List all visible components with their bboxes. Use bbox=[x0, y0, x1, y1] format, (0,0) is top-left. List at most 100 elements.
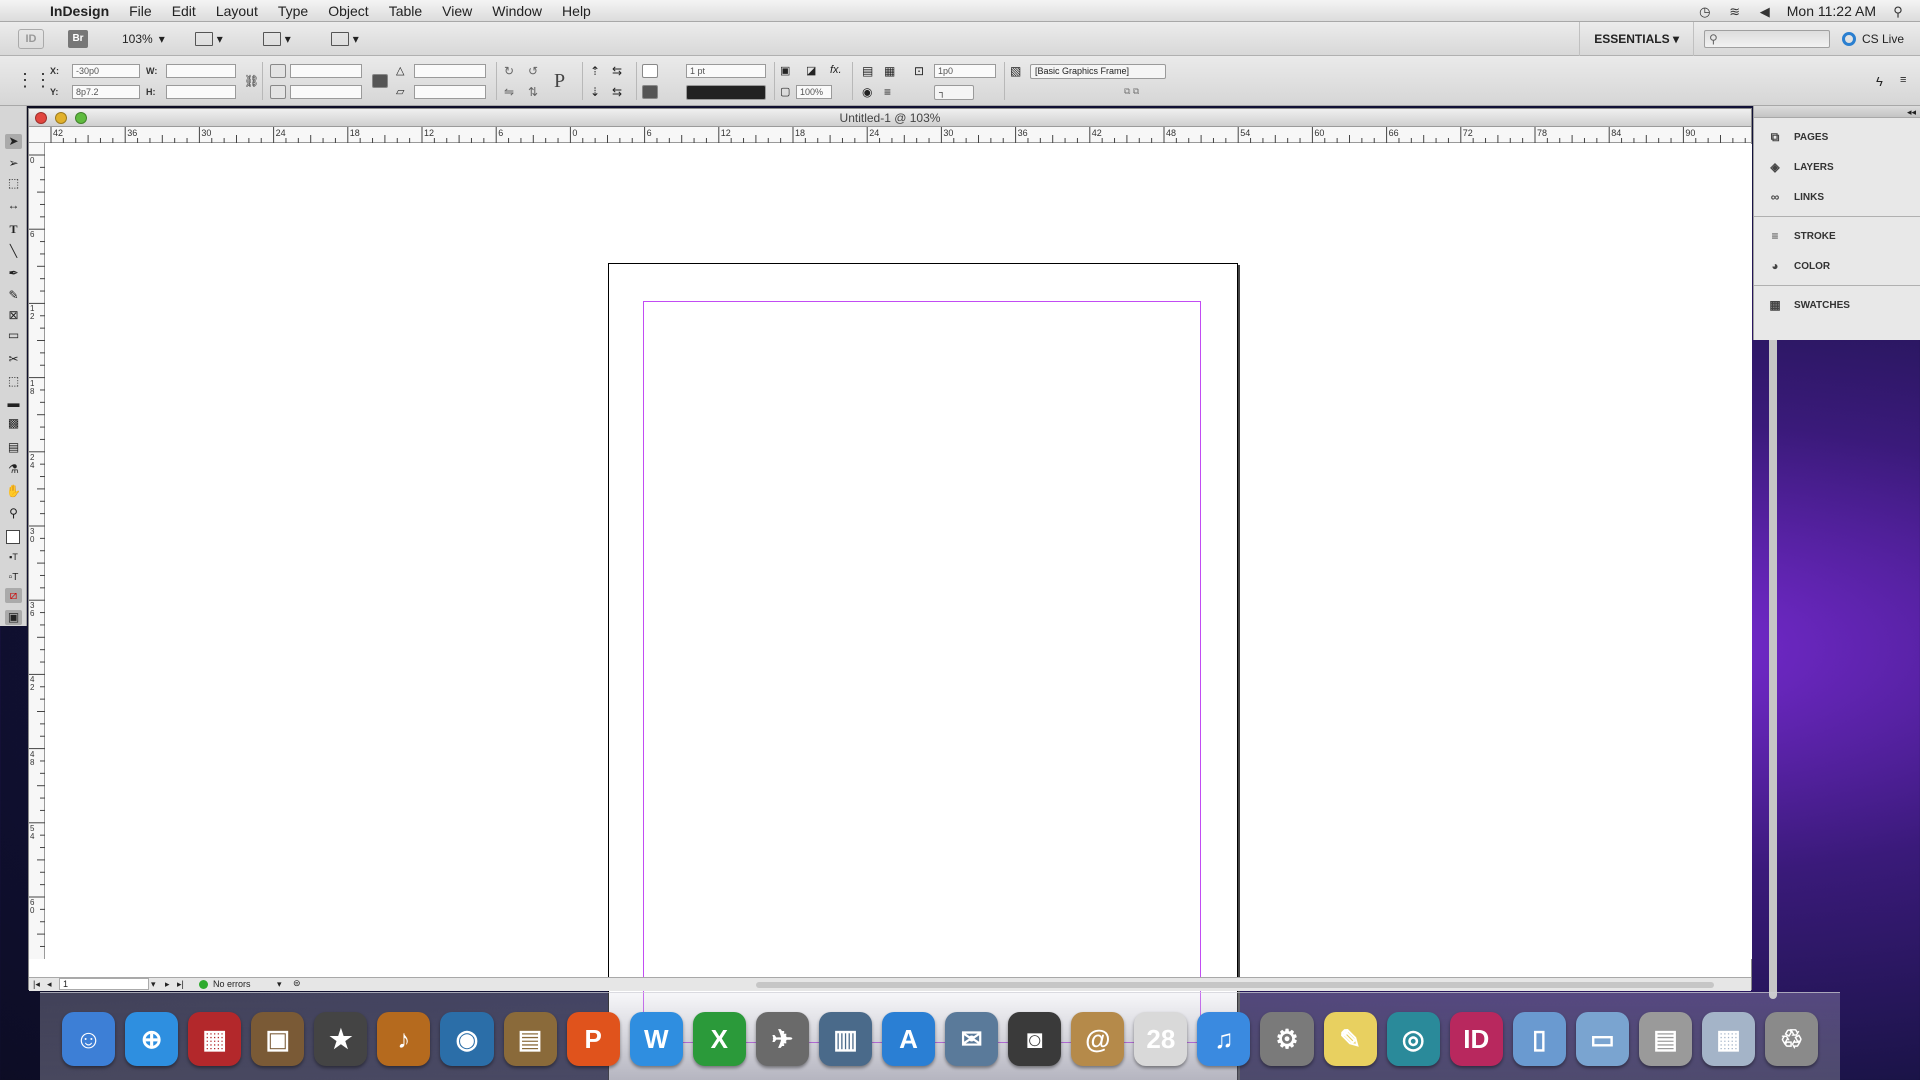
constrain-scale-icon[interactable] bbox=[372, 74, 388, 88]
menu-clock[interactable]: Mon 11:22 AM bbox=[1787, 3, 1876, 19]
scale-x-field[interactable] bbox=[290, 64, 362, 78]
preflight-status-text[interactable]: No errors bbox=[213, 979, 251, 989]
bridge-button[interactable]: Br bbox=[68, 29, 88, 48]
dock-finder-icon[interactable]: ☺ bbox=[62, 1012, 116, 1066]
last-page-icon[interactable]: ▸| bbox=[177, 979, 184, 990]
menu-window[interactable]: Window bbox=[482, 3, 552, 19]
object-style-select[interactable]: [Basic Graphics Frame] bbox=[1030, 64, 1166, 79]
x-position-field[interactable]: -30p0 bbox=[72, 64, 140, 78]
page-number-field[interactable]: 1 bbox=[59, 978, 149, 990]
panel-swatches[interactable]: ▦ SWATCHES bbox=[1754, 290, 1920, 320]
gap-tool-icon[interactable]: ↔ bbox=[5, 198, 22, 213]
dock-app-store-icon[interactable]: A bbox=[882, 1012, 936, 1066]
text-wrap-jump-icon[interactable]: ≡ bbox=[884, 85, 891, 99]
drop-shadow-icon[interactable]: ▣ bbox=[780, 64, 790, 77]
dock-mail-icon[interactable]: ✉ bbox=[945, 1012, 999, 1066]
dock-screenshot-stack-icon[interactable]: ▦ bbox=[1702, 1012, 1756, 1066]
menu-view[interactable]: View bbox=[432, 3, 482, 19]
menu-layout[interactable]: Layout bbox=[206, 3, 268, 19]
dock-photo-booth-icon[interactable]: ▥ bbox=[818, 1012, 873, 1066]
view-options-button[interactable]: ▾ bbox=[194, 30, 233, 48]
panel-pages[interactable]: ⧉ PAGES bbox=[1754, 122, 1920, 152]
menu-table[interactable]: Table bbox=[379, 3, 432, 19]
previous-page-icon[interactable]: ◂ bbox=[47, 979, 52, 990]
text-wrap-around-icon[interactable]: ▦ bbox=[884, 64, 895, 78]
flip-horizontal-icon[interactable]: ⇋ bbox=[504, 85, 514, 99]
panel-layers[interactable]: ◈ LAYERS bbox=[1754, 152, 1920, 182]
dock-documents-icon[interactable]: ▯ bbox=[1512, 1012, 1566, 1066]
screen-mode-normal-icon[interactable]: ▣ bbox=[5, 610, 22, 625]
zoom-tool-icon[interactable]: ⚲ bbox=[5, 506, 22, 521]
dock-applications-folder-icon[interactable]: ▭ bbox=[1575, 1012, 1629, 1066]
select-next-icon[interactable]: ⇆ bbox=[612, 85, 622, 99]
stroke-swatch-icon[interactable] bbox=[642, 85, 658, 99]
menu-app-name[interactable]: InDesign bbox=[40, 3, 119, 19]
lightning-icon[interactable]: ϟ bbox=[1876, 74, 1883, 89]
preflight-panel-icon[interactable]: ⊜ bbox=[293, 978, 301, 989]
menu-object[interactable]: Object bbox=[318, 3, 378, 19]
time-machine-icon[interactable]: ◷ bbox=[1697, 4, 1713, 19]
spotlight-icon[interactable]: ⚲ bbox=[1890, 4, 1906, 19]
type-tool-icon[interactable]: T bbox=[5, 222, 22, 237]
opacity-field[interactable]: 100% bbox=[796, 85, 832, 99]
dock-itunes-icon[interactable]: ♫ bbox=[1197, 1012, 1251, 1066]
next-page-icon[interactable]: ▸ bbox=[165, 979, 170, 990]
panel-dock-collapse-icon[interactable]: ◂◂ bbox=[1754, 106, 1920, 118]
selection-tool-icon[interactable]: ➤ bbox=[5, 134, 22, 149]
hand-tool-icon[interactable]: ✋ bbox=[5, 484, 22, 499]
formatting-affects-container-icon[interactable]: ▫T bbox=[5, 570, 22, 585]
dock-garageband-icon[interactable]: ♪ bbox=[377, 1012, 431, 1066]
first-page-icon[interactable]: |◂ bbox=[33, 979, 40, 990]
dock-downloads-stack-icon[interactable]: ▤ bbox=[1638, 1012, 1693, 1066]
stroke-weight-field[interactable]: 1 pt bbox=[686, 64, 766, 78]
help-search-input[interactable]: ⚲ bbox=[1703, 29, 1830, 48]
close-icon[interactable] bbox=[35, 112, 47, 124]
minimize-icon[interactable] bbox=[55, 112, 67, 124]
volume-icon[interactable]: ◀ bbox=[1757, 4, 1773, 19]
zoom-level-select[interactable]: 103% ▾ bbox=[122, 32, 165, 46]
eyedropper-tool-icon[interactable]: ⚗ bbox=[5, 462, 22, 477]
dock-facetime-icon[interactable]: ◙ bbox=[1008, 1012, 1062, 1066]
constrain-proportions-icon[interactable]: ⛓ bbox=[244, 74, 259, 88]
dock-trash-icon[interactable]: ♲ bbox=[1765, 1012, 1819, 1066]
effects-fx-icon[interactable]: fx. bbox=[830, 64, 842, 76]
y-position-field[interactable]: 8p7.2 bbox=[72, 85, 140, 99]
horizontal-ruler[interactable]: 42 36 30 24 18 12 6 0 6 12 18 24 30 36 42 48 54 60 66 72 78 8… bbox=[29, 127, 1751, 143]
text-wrap-object-icon[interactable]: ◉ bbox=[862, 85, 872, 99]
note-tool-icon[interactable]: ▤ bbox=[5, 440, 22, 455]
select-content-icon[interactable]: ⇣ bbox=[590, 85, 600, 99]
dock-safari-icon[interactable]: ⊕ bbox=[125, 1012, 179, 1066]
page-tool-icon[interactable]: ⬚ bbox=[5, 176, 22, 191]
rectangle-tool-icon[interactable]: ▭ bbox=[5, 328, 22, 343]
dock-word-icon[interactable]: W bbox=[629, 1012, 683, 1066]
dock-preview-icon[interactable]: ▤ bbox=[503, 1012, 557, 1066]
fill-swatch-icon[interactable] bbox=[642, 64, 658, 78]
dock-indesign-icon[interactable]: ID bbox=[1449, 1012, 1503, 1066]
dock-archive-utility-icon[interactable]: ◎ bbox=[1386, 1012, 1440, 1066]
zoom-icon[interactable] bbox=[75, 112, 87, 124]
dock-launchpad-icon[interactable]: ✈ bbox=[755, 1012, 809, 1066]
pen-tool-icon[interactable]: ✒ bbox=[5, 266, 22, 281]
rectangle-frame-tool-icon[interactable]: ⊠ bbox=[5, 308, 22, 323]
select-container-icon[interactable]: ⇡ bbox=[590, 64, 600, 78]
dock-iphoto-icon[interactable]: ▣ bbox=[251, 1012, 305, 1066]
stroke-type-select[interactable] bbox=[686, 85, 766, 100]
dock-dvd-player-icon[interactable]: ▦ bbox=[188, 1012, 242, 1066]
width-field[interactable] bbox=[166, 64, 236, 78]
dock-stickies-icon[interactable]: ✎ bbox=[1323, 1012, 1377, 1066]
dock-imovie-icon[interactable]: ★ bbox=[314, 1012, 368, 1066]
reference-point-icon[interactable]: ⋮⋮ bbox=[16, 70, 52, 92]
direct-selection-tool-icon[interactable]: ➢ bbox=[5, 156, 22, 171]
dock-ical-icon[interactable]: 28 bbox=[1134, 1012, 1188, 1066]
flip-vertical-icon[interactable]: ⇅ bbox=[528, 85, 538, 99]
apply-none-icon[interactable]: ⧄ bbox=[5, 588, 22, 603]
default-colors-icon[interactable]: ▪T bbox=[5, 550, 22, 565]
menu-help[interactable]: Help bbox=[552, 3, 601, 19]
rotate-counterclockwise-icon[interactable]: ↺ bbox=[528, 64, 538, 78]
clear-overrides-icon[interactable]: ⧉ ⧉ bbox=[1124, 86, 1139, 97]
panel-links[interactable]: ∞ LINKS bbox=[1754, 182, 1920, 212]
vertical-ruler[interactable]: 0 6 1 2 1 8 2 4 3 0 3 6 4 2 4 8 5 4 6 0 bbox=[29, 143, 45, 959]
fill-stroke-swatch-icon[interactable] bbox=[6, 530, 20, 544]
rotation-field[interactable] bbox=[414, 64, 486, 78]
horizontal-scrollbar[interactable] bbox=[756, 982, 1714, 988]
